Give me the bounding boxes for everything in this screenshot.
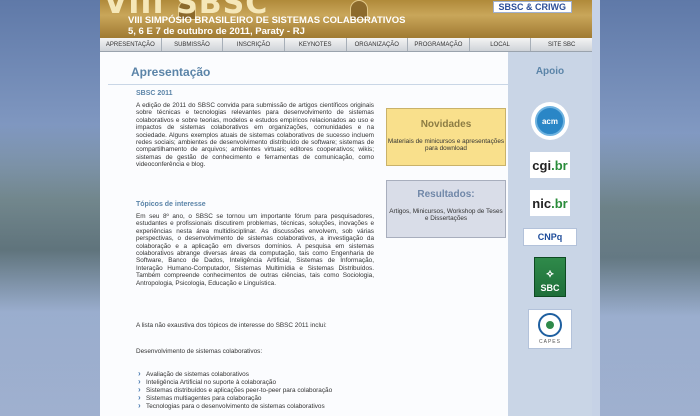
capes-emblem-icon bbox=[538, 313, 562, 337]
main-content: Apresentação SBSC 2011 A edição de 2011 … bbox=[100, 52, 508, 416]
acm-logo-text: acm bbox=[535, 106, 565, 136]
nav-item-organizacao[interactable]: ORGANIZAÇÃO bbox=[347, 38, 409, 51]
nav-item-programacao[interactable]: PROGRAMAÇÃO bbox=[408, 38, 470, 51]
sbc-logo-text: SBC bbox=[540, 283, 560, 293]
topics-subheading: Desenvolvimento de sistemas colaborativo… bbox=[136, 348, 263, 355]
sbc-symbol-icon: ⟡ bbox=[546, 268, 554, 280]
resultados-text[interactable]: Artigos, Minicursos, Workshop de Teses e… bbox=[387, 208, 505, 222]
header-event-date: 5, 6 E 7 de outubro de 2011, Paraty - RJ bbox=[128, 26, 305, 37]
page-container: VIII SBSC VIII SIMPÓSIO BRASILEIRO DE SI… bbox=[100, 0, 592, 416]
title-divider bbox=[108, 84, 508, 85]
novidades-text[interactable]: Materiais de minicursos e apresentações … bbox=[387, 138, 505, 152]
site-header: VIII SBSC VIII SIMPÓSIO BRASILEIRO DE SI… bbox=[100, 0, 592, 38]
nic-logo-suffix: .br bbox=[551, 195, 568, 211]
list-item: Inteligência Artificial no suporte à col… bbox=[138, 378, 378, 387]
nav-item-site-sbc[interactable]: SITE SBC bbox=[531, 38, 592, 51]
capes-logo-text: CAPES bbox=[539, 339, 561, 345]
sidebar-apoio: Apoio acm cgi .br nic .br CNPq ⟡ SBC CAPES bbox=[508, 52, 592, 416]
cnpq-logo[interactable]: CNPq bbox=[523, 228, 577, 246]
capes-logo[interactable]: CAPES bbox=[528, 309, 572, 349]
list-item: Avaliação de sistemas colaborativos bbox=[138, 370, 378, 379]
top-navigation: APRESENTAÇÃO SUBMISSÃO INSCRIÇÃO KEYNOTE… bbox=[100, 38, 592, 52]
nav-item-local[interactable]: LOCAL bbox=[470, 38, 532, 51]
topics-list-intro: A lista não exaustiva dos tópicos de int… bbox=[136, 322, 327, 329]
cgi-logo-text: cgi bbox=[532, 157, 552, 173]
section-heading-sbsc-2011: SBSC 2011 bbox=[136, 90, 173, 97]
section-text-topicos: Em seu 8º ano, o SBSC se tornou um impor… bbox=[136, 213, 374, 287]
section-heading-topicos: Tópicos de interesse bbox=[136, 201, 206, 208]
resultados-title: Resultados: bbox=[417, 189, 475, 200]
nic-logo-text: nic bbox=[532, 195, 552, 211]
background-scenery-left bbox=[0, 0, 100, 416]
sidebar-title: Apoio bbox=[535, 66, 565, 77]
novidades-title: Novidades bbox=[420, 119, 472, 130]
nav-item-keynotes[interactable]: KEYNOTES bbox=[285, 38, 347, 51]
topics-bullet-list: Avaliação de sistemas colaborativos Inte… bbox=[138, 370, 378, 411]
list-item: Tecnologias para o desenvolvimento de si… bbox=[138, 402, 378, 411]
resultados-box[interactable]: Resultados: Artigos, Minicursos, Worksho… bbox=[386, 180, 506, 238]
page-title: Apresentação bbox=[131, 65, 211, 79]
novidades-box[interactable]: Novidades Materiais de minicursos e apre… bbox=[386, 108, 506, 166]
acm-logo[interactable]: acm bbox=[531, 102, 569, 140]
nav-item-apresentacao[interactable]: APRESENTAÇÃO bbox=[100, 38, 162, 51]
nic-br-logo[interactable]: nic .br bbox=[530, 190, 570, 216]
nav-item-inscricao[interactable]: INSCRIÇÃO bbox=[223, 38, 285, 51]
section-text-sbsc-2011: A edição de 2011 do SBSC convida para su… bbox=[136, 102, 374, 169]
list-item: Sistemas multiagentes para colaboração bbox=[138, 394, 378, 403]
header-event-name: VIII SIMPÓSIO BRASILEIRO DE SISTEMAS COL… bbox=[128, 15, 406, 26]
header-brand-badge: SBSC & CRIWG bbox=[492, 1, 572, 13]
cgi-br-logo[interactable]: cgi .br bbox=[530, 152, 570, 178]
nav-item-submissao[interactable]: SUBMISSÃO bbox=[162, 38, 224, 51]
cnpq-logo-text: CNPq bbox=[537, 232, 563, 242]
list-item: Sistemas distribuídos e aplicações peer-… bbox=[138, 386, 378, 395]
sbc-logo[interactable]: ⟡ SBC bbox=[534, 257, 566, 297]
cgi-logo-suffix: .br bbox=[551, 157, 568, 173]
background-scenery-right bbox=[600, 0, 700, 416]
